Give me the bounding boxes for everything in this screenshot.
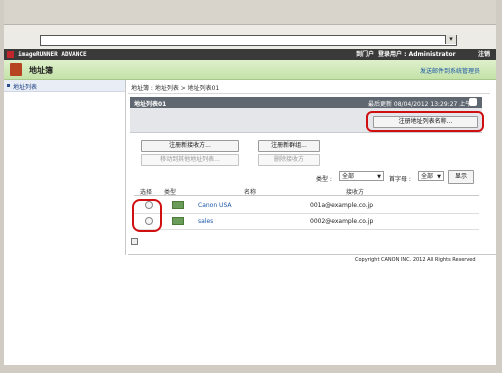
delete-destination-button[interactable]: 删除接收方 xyxy=(258,154,320,166)
logout-link[interactable]: 注销 xyxy=(478,50,490,59)
table-row: sales 0002@example.co.jp xyxy=(134,214,479,230)
col-name: 名称 xyxy=(244,189,257,196)
type-filter-value: 全部 xyxy=(342,173,355,180)
add-destination-button[interactable]: 注册新接收方... xyxy=(141,140,239,152)
col-destination: 接收方 xyxy=(346,189,365,196)
page-title-bar: 地址簿 发送邮件到系统管理员 xyxy=(4,60,496,80)
sidebar-item-address-list[interactable]: 地址列表 xyxy=(4,80,125,92)
table-header: 选择 类型 名称 接收方 xyxy=(134,185,479,196)
type-filter-select[interactable]: 全部 ▼ xyxy=(339,171,384,181)
app-header: imageRUNNER ADVANCE 到门户 登录用户 : Administr… xyxy=(4,49,496,60)
highlight-radios xyxy=(132,199,162,232)
col-select: 选择 xyxy=(140,189,153,196)
col-type: 类型 xyxy=(164,189,177,196)
sidebar: 地址列表 xyxy=(4,80,126,255)
email-admin-link[interactable]: 发送邮件到系统管理员 xyxy=(420,66,480,75)
entry-destination: 0002@example.co.jp xyxy=(310,218,374,225)
address-book-icon xyxy=(10,63,22,76)
footer-divider xyxy=(128,254,496,255)
table-row: Canon USA 001a@example.co.jp xyxy=(134,198,479,214)
copyright: Copyright CANON INC. 2012 All Rights Res… xyxy=(355,257,476,263)
highlight-rename xyxy=(366,111,484,132)
refresh-icon[interactable] xyxy=(469,98,477,106)
window-frame-right xyxy=(496,0,502,373)
type-filter-label: 类型 : xyxy=(316,176,332,183)
scroll-top-icon[interactable] xyxy=(131,238,138,245)
entry-destination: 001a@example.co.jp xyxy=(310,202,374,209)
email-card-icon xyxy=(172,201,184,209)
add-group-button[interactable]: 注册新群组... xyxy=(258,140,320,152)
window-frame-bottom xyxy=(0,365,502,373)
move-to-list-button[interactable]: 移动到其他地址列表... xyxy=(141,154,239,166)
last-updated: 最后更新 08/04/2012 13:29:27 上午 xyxy=(368,101,472,108)
entry-name-link[interactable]: sales xyxy=(198,218,213,225)
bullet-icon xyxy=(7,84,10,87)
initial-filter-value: 全部 xyxy=(421,173,434,180)
address-dropdown-button[interactable]: ▾ xyxy=(445,35,456,44)
page-title: 地址簿 xyxy=(29,66,53,75)
browser-toolbar xyxy=(0,0,502,25)
entry-name-link[interactable]: Canon USA xyxy=(198,202,231,209)
sidebar-item-label: 地址列表 xyxy=(13,84,38,91)
breadcrumb: 地址簿 : 地址列表 > 地址列表01 xyxy=(131,85,220,92)
initial-filter-label: 首字母 : xyxy=(389,176,411,183)
chevron-down-icon: ▼ xyxy=(377,174,381,180)
address-input[interactable] xyxy=(40,35,457,46)
login-user: 登录用户 : Administrator xyxy=(378,51,456,58)
show-button[interactable]: 显示 xyxy=(448,170,474,184)
panel-header: 地址列表01 最后更新 08/04/2012 13:29:27 上午 xyxy=(130,97,482,108)
divider xyxy=(128,93,490,94)
chevron-down-icon: ▼ xyxy=(437,174,441,180)
portal-link[interactable]: 到门户 xyxy=(356,50,374,59)
canon-logo-icon xyxy=(7,51,14,58)
email-card-icon xyxy=(172,217,184,225)
panel-title: 地址列表01 xyxy=(134,101,167,108)
initial-filter-select[interactable]: 全部 ▼ xyxy=(418,171,444,181)
brand-name: imageRUNNER ADVANCE xyxy=(18,51,87,58)
